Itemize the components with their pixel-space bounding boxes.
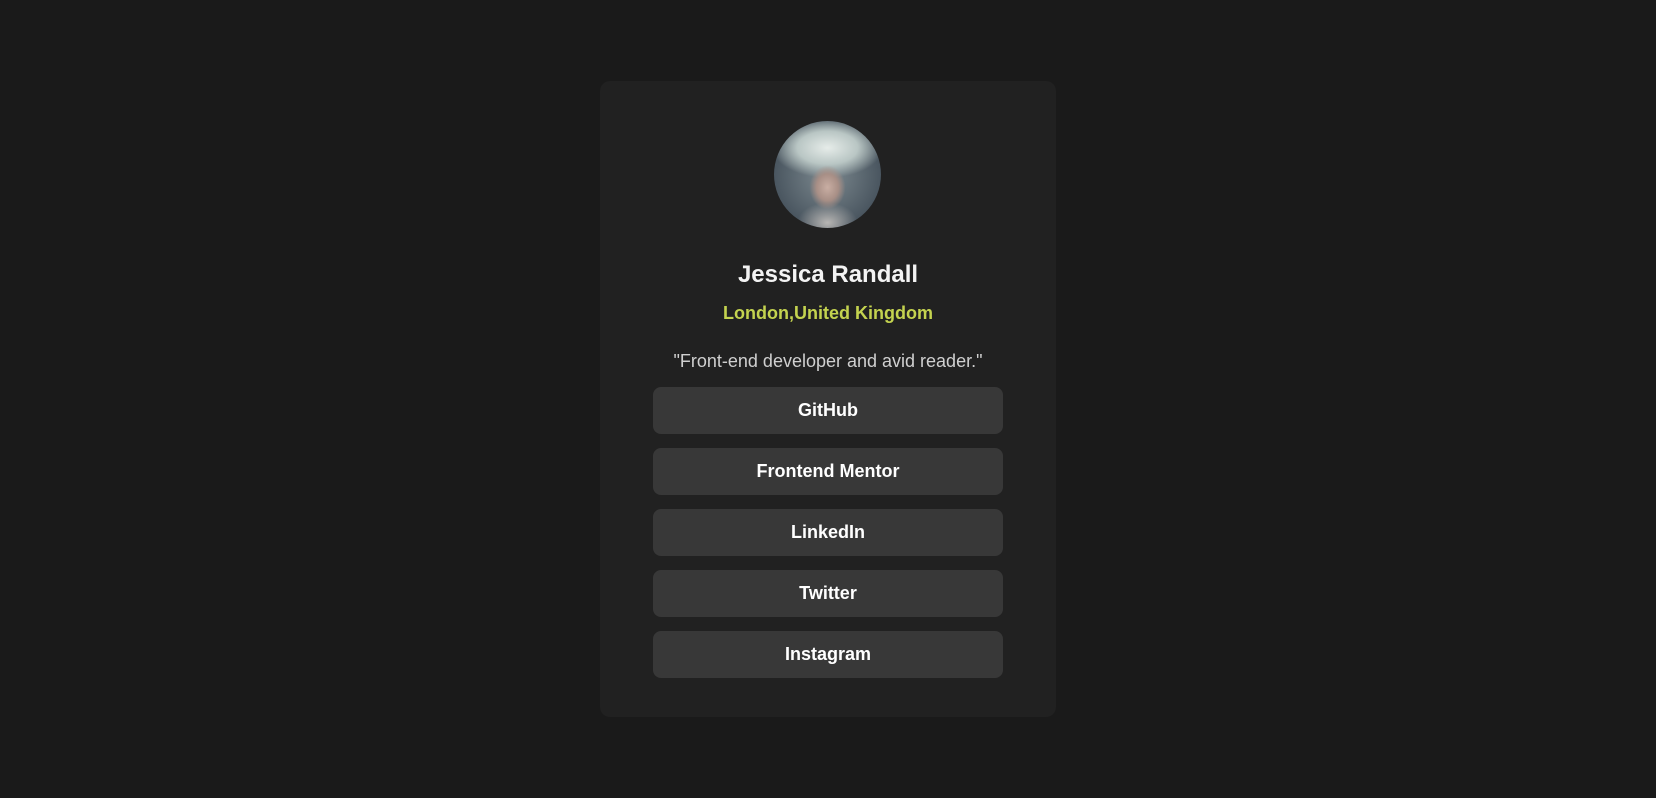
- frontend-mentor-link[interactable]: Frontend Mentor: [653, 448, 1003, 495]
- social-links: GitHub Frontend Mentor LinkedIn Twitter …: [653, 387, 1003, 692]
- avatar: [774, 121, 881, 228]
- instagram-link[interactable]: Instagram: [653, 631, 1003, 678]
- profile-name: Jessica Randall: [737, 261, 919, 288]
- profile-bio: "Front-end developer and avid reader.": [673, 351, 983, 371]
- twitter-link[interactable]: Twitter: [653, 570, 1003, 617]
- linkedin-link[interactable]: LinkedIn: [653, 509, 1003, 556]
- github-link[interactable]: GitHub: [653, 387, 1003, 434]
- profile-location: London,United Kingdom: [723, 303, 933, 323]
- profile-card: Jessica Randall London,United Kingdom "F…: [600, 81, 1056, 717]
